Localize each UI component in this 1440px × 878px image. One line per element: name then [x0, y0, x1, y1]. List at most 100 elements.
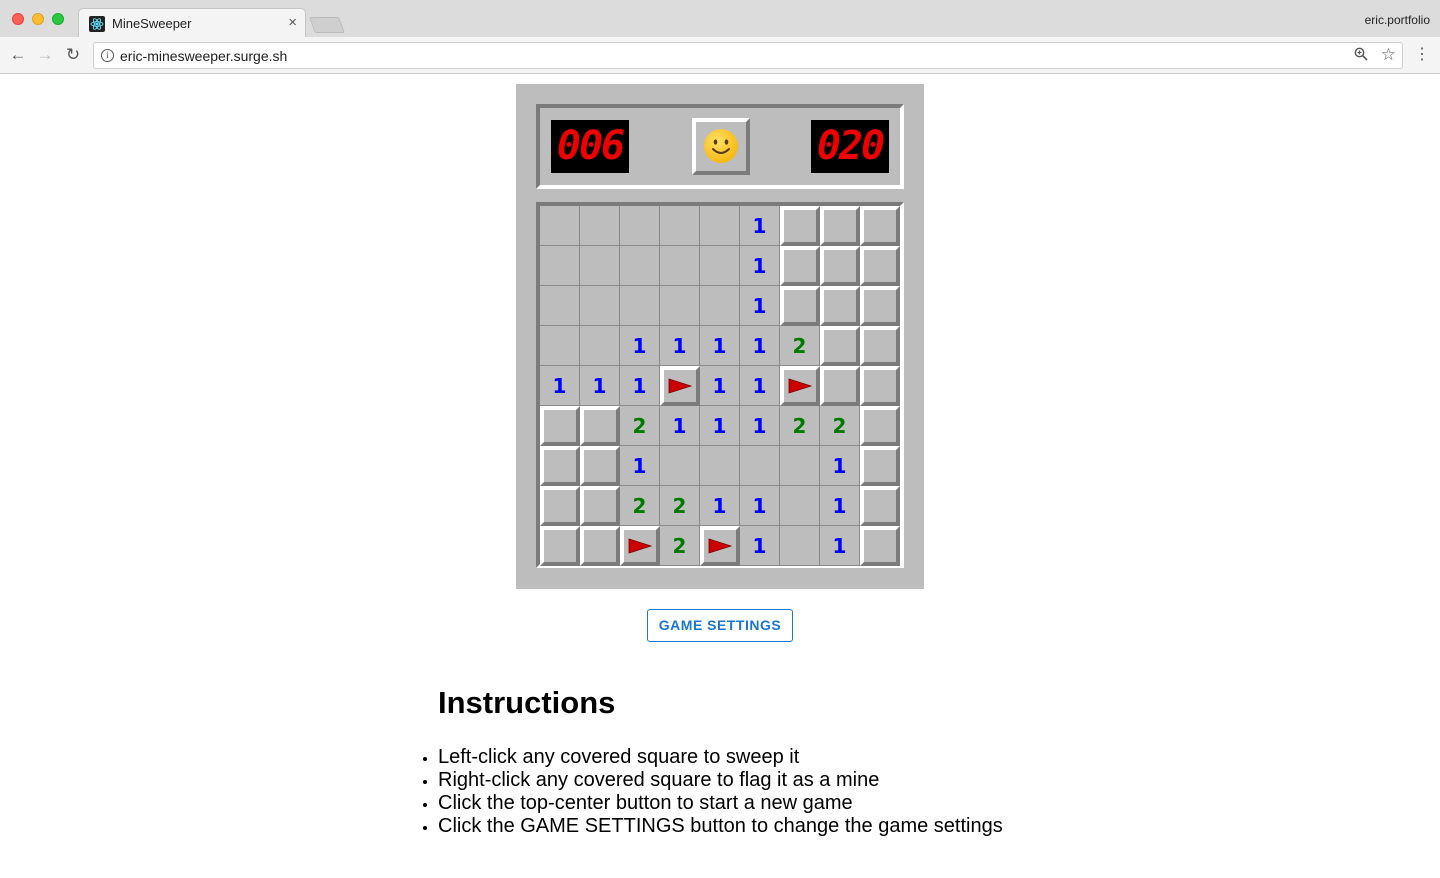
new-game-button[interactable]	[692, 118, 750, 175]
covered-cell[interactable]	[820, 366, 860, 406]
browser-menu-icon[interactable]: ⋮	[1414, 45, 1430, 65]
covered-cell[interactable]	[780, 206, 820, 246]
number-cell: 1	[620, 326, 660, 366]
timer-counter: 020	[811, 120, 889, 173]
covered-cell[interactable]	[540, 446, 580, 486]
covered-cell[interactable]	[860, 246, 900, 286]
number-cell: 2	[780, 326, 820, 366]
empty-cell	[540, 246, 580, 286]
covered-cell[interactable]	[580, 406, 620, 446]
number-cell: 1	[740, 246, 780, 286]
empty-cell	[580, 286, 620, 326]
number-cell: 2	[820, 406, 860, 446]
smiley-face-icon	[704, 129, 738, 163]
empty-cell	[780, 486, 820, 526]
empty-cell	[620, 286, 660, 326]
empty-cell	[620, 246, 660, 286]
tab-title: MineSweeper	[112, 16, 192, 31]
game-settings-button[interactable]: GAME SETTINGS	[647, 609, 793, 642]
browser-toolbar: ← → ↻ i eric-minesweeper.surge.sh ☆ ⋮	[0, 37, 1440, 74]
covered-cell[interactable]	[540, 486, 580, 526]
number-cell: 1	[740, 286, 780, 326]
covered-cell[interactable]	[580, 446, 620, 486]
forward-arrow-icon[interactable]: →	[34, 44, 56, 66]
url-text[interactable]: eric-minesweeper.surge.sh	[120, 48, 287, 64]
browser-tab[interactable]: MineSweeper ×	[78, 8, 306, 37]
number-cell: 1	[580, 366, 620, 406]
number-cell: 1	[700, 406, 740, 446]
flagged-cell[interactable]	[660, 366, 700, 406]
instruction-item: Click the GAME SETTINGS button to change…	[438, 815, 1058, 838]
zoom-icon[interactable]	[1354, 47, 1368, 64]
empty-cell	[660, 246, 700, 286]
covered-cell[interactable]	[580, 526, 620, 566]
covered-cell[interactable]	[860, 326, 900, 366]
number-cell: 1	[740, 326, 780, 366]
instructions-list: Left-click any covered square to sweep i…	[438, 746, 1058, 838]
flagged-cell[interactable]	[700, 526, 740, 566]
number-cell: 1	[540, 366, 580, 406]
empty-cell	[660, 286, 700, 326]
flag-icon	[787, 377, 813, 395]
number-cell: 2	[660, 526, 700, 566]
covered-cell[interactable]	[860, 406, 900, 446]
covered-cell[interactable]	[860, 366, 900, 406]
number-cell: 1	[660, 326, 700, 366]
tab-close-icon[interactable]: ×	[288, 14, 297, 31]
flag-icon	[627, 537, 653, 555]
info-icon[interactable]: i	[101, 49, 114, 62]
number-cell: 1	[740, 206, 780, 246]
empty-cell	[700, 446, 740, 486]
number-cell: 2	[620, 486, 660, 526]
number-cell: 1	[820, 526, 860, 566]
covered-cell[interactable]	[780, 246, 820, 286]
covered-cell[interactable]	[860, 286, 900, 326]
mines-counter: 006	[551, 120, 629, 173]
maximize-window-button[interactable]	[52, 13, 64, 25]
number-cell: 1	[620, 446, 660, 486]
bookmark-star-icon[interactable]: ☆	[1381, 45, 1396, 65]
covered-cell[interactable]	[820, 326, 860, 366]
covered-cell[interactable]	[540, 406, 580, 446]
minimize-window-button[interactable]	[32, 13, 44, 25]
empty-cell	[540, 206, 580, 246]
flagged-cell[interactable]	[620, 526, 660, 566]
number-cell: 1	[820, 486, 860, 526]
number-cell: 1	[740, 526, 780, 566]
covered-cell[interactable]	[860, 206, 900, 246]
number-cell: 1	[820, 446, 860, 486]
back-arrow-icon[interactable]: ←	[7, 44, 29, 66]
address-bar[interactable]: i eric-minesweeper.surge.sh ☆	[93, 42, 1403, 69]
empty-cell	[620, 206, 660, 246]
empty-cell	[580, 326, 620, 366]
game-header: 006 020	[536, 104, 904, 189]
number-cell: 2	[660, 486, 700, 526]
covered-cell[interactable]	[780, 286, 820, 326]
empty-cell	[660, 206, 700, 246]
number-cell: 1	[740, 366, 780, 406]
covered-cell[interactable]	[820, 286, 860, 326]
covered-cell[interactable]	[580, 486, 620, 526]
close-window-button[interactable]	[12, 13, 24, 25]
empty-cell	[740, 446, 780, 486]
covered-cell[interactable]	[860, 446, 900, 486]
covered-cell[interactable]	[860, 486, 900, 526]
profile-name[interactable]: eric.portfolio	[1365, 13, 1430, 27]
number-cell: 1	[700, 366, 740, 406]
covered-cell[interactable]	[820, 246, 860, 286]
empty-cell	[700, 246, 740, 286]
empty-cell	[540, 286, 580, 326]
number-cell: 1	[700, 486, 740, 526]
flagged-cell[interactable]	[780, 366, 820, 406]
empty-cell	[780, 526, 820, 566]
covered-cell[interactable]	[820, 206, 860, 246]
number-cell: 2	[780, 406, 820, 446]
instruction-item: Click the top-center button to start a n…	[438, 792, 1058, 815]
game-board: 11111112111112111221122111211	[536, 202, 904, 568]
reload-icon[interactable]: ↻	[62, 44, 84, 66]
number-cell: 1	[660, 406, 700, 446]
new-tab-button[interactable]	[309, 17, 345, 33]
covered-cell[interactable]	[540, 526, 580, 566]
covered-cell[interactable]	[860, 526, 900, 566]
empty-cell	[580, 246, 620, 286]
